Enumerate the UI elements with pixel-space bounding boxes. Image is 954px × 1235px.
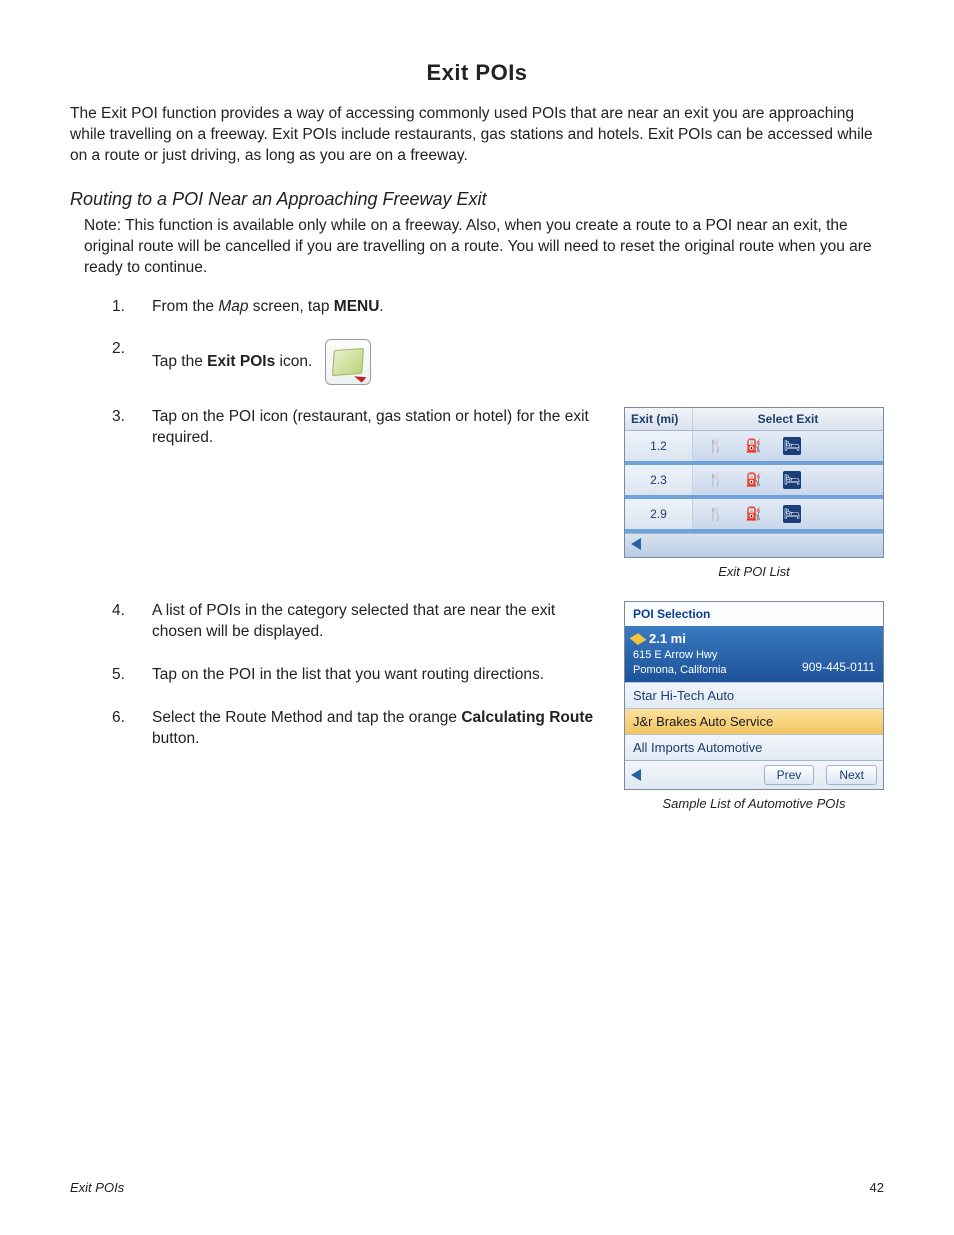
exit-header-right: Select Exit [693, 408, 883, 430]
poi-list-item[interactable]: J&r Brakes Auto Service [625, 708, 883, 734]
step-5-text: Tap on the POI in the list that you want… [152, 665, 594, 686]
exit-row[interactable]: 1.2 🍴 ⛽ 🛏 [625, 431, 883, 465]
poi-selection-caption: Sample List of Automotive POIs [624, 796, 884, 811]
poi-selection-info: 2.1 mi 615 E Arrow Hwy Pomona, Californi… [625, 626, 883, 681]
poi-selection-title: POI Selection [625, 602, 883, 626]
page-number: 42 [870, 1180, 884, 1195]
page-title: Exit POIs [70, 60, 884, 86]
gas-station-icon[interactable]: ⛽ [745, 471, 763, 489]
restaurant-icon[interactable]: 🍴 [707, 505, 725, 523]
step-4-text: A list of POIs in the category selected … [152, 601, 594, 643]
poi-selection-screenshot: POI Selection 2.1 mi 615 E Arrow Hwy Pom… [624, 601, 884, 789]
hotel-icon[interactable]: 🛏 [783, 437, 801, 455]
exit-pois-icon [325, 339, 371, 385]
note-paragraph: Note: This function is available only wh… [84, 216, 884, 279]
poi-list-item[interactable]: Star Hi-Tech Auto [625, 682, 883, 708]
subheading: Routing to a POI Near an Approaching Fre… [70, 189, 884, 210]
gas-station-icon[interactable]: ⛽ [745, 505, 763, 523]
step-number: 2. [112, 339, 130, 385]
restaurant-icon[interactable]: 🍴 [707, 471, 725, 489]
exit-row[interactable]: 2.3 🍴 ⛽ 🛏 [625, 465, 883, 499]
next-button[interactable]: Next [826, 765, 877, 785]
step-6-text: Select the Route Method and tap the oran… [152, 708, 594, 750]
footer-section-name: Exit POIs [70, 1180, 124, 1195]
prev-button[interactable]: Prev [764, 765, 815, 785]
back-icon[interactable] [631, 769, 641, 781]
poi-list-item[interactable]: All Imports Automotive [625, 734, 883, 760]
exit-row[interactable]: 2.9 🍴 ⛽ 🛏 [625, 499, 883, 533]
gas-station-icon[interactable]: ⛽ [745, 437, 763, 455]
step-3-text: Tap on the POI icon (restaurant, gas sta… [152, 407, 594, 449]
step-number: 6. [112, 708, 130, 750]
step-number: 4. [112, 601, 130, 643]
restaurant-icon[interactable]: 🍴 [707, 437, 725, 455]
step-number: 5. [112, 665, 130, 686]
hotel-icon[interactable]: 🛏 [783, 471, 801, 489]
step-1-text: From the Map screen, tap MENU. [152, 297, 884, 318]
exit-list-caption: Exit POI List [624, 564, 884, 579]
exit-poi-list-screenshot: Exit (mi) Select Exit 1.2 🍴 ⛽ 🛏 2.3 🍴 [624, 407, 884, 558]
intro-paragraph: The Exit POI function provides a way of … [70, 104, 884, 167]
exit-header-left: Exit (mi) [625, 408, 693, 430]
step-number: 1. [112, 297, 130, 318]
hotel-icon[interactable]: 🛏 [783, 505, 801, 523]
back-icon[interactable] [631, 538, 641, 550]
step-2-text: Tap the Exit POIs icon. [152, 339, 884, 385]
step-number: 3. [112, 407, 130, 449]
